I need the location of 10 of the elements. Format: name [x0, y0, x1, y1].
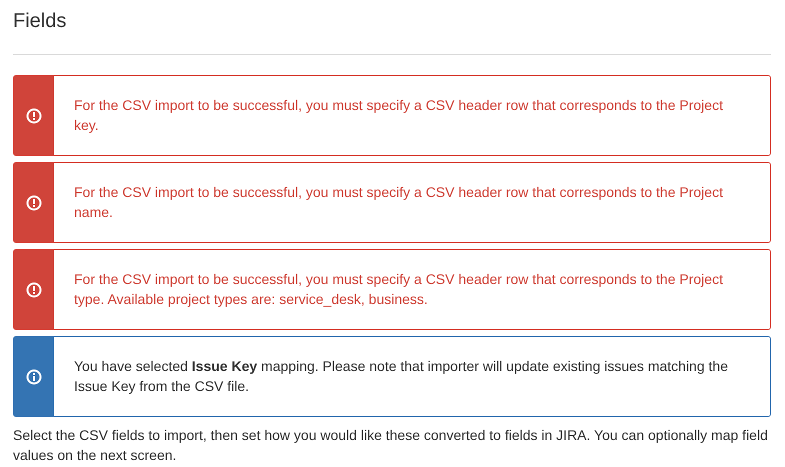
alert-message: For the CSV import to be successful, you must specify a CSV header row that corresponds to the Project type. Available project types are: service_desk, business.	[73, 270, 724, 309]
alert-message: You have selected Issue Key mapping. Please note that importer will update existing issues matching the Issue Key from the CSV file.	[73, 357, 729, 396]
alert-icon	[26, 108, 42, 124]
alert-icon	[26, 282, 42, 298]
alert-icon	[26, 194, 42, 210]
alert-message: For the CSV import to be successful, you must specify a CSV header row that corresponds to the Project name.	[73, 183, 724, 222]
alert-message: For the CSV import to be successful, you must specify a CSV header row that corresponds to the Project key.	[73, 96, 724, 135]
info-icon	[26, 368, 42, 384]
page-heading: Fields	[13, 9, 66, 33]
description-text: Select the CSV fields to import, then set how you would like these converted to fields in JIRA. You can optionally map field values on the next screen.	[13, 426, 769, 465]
